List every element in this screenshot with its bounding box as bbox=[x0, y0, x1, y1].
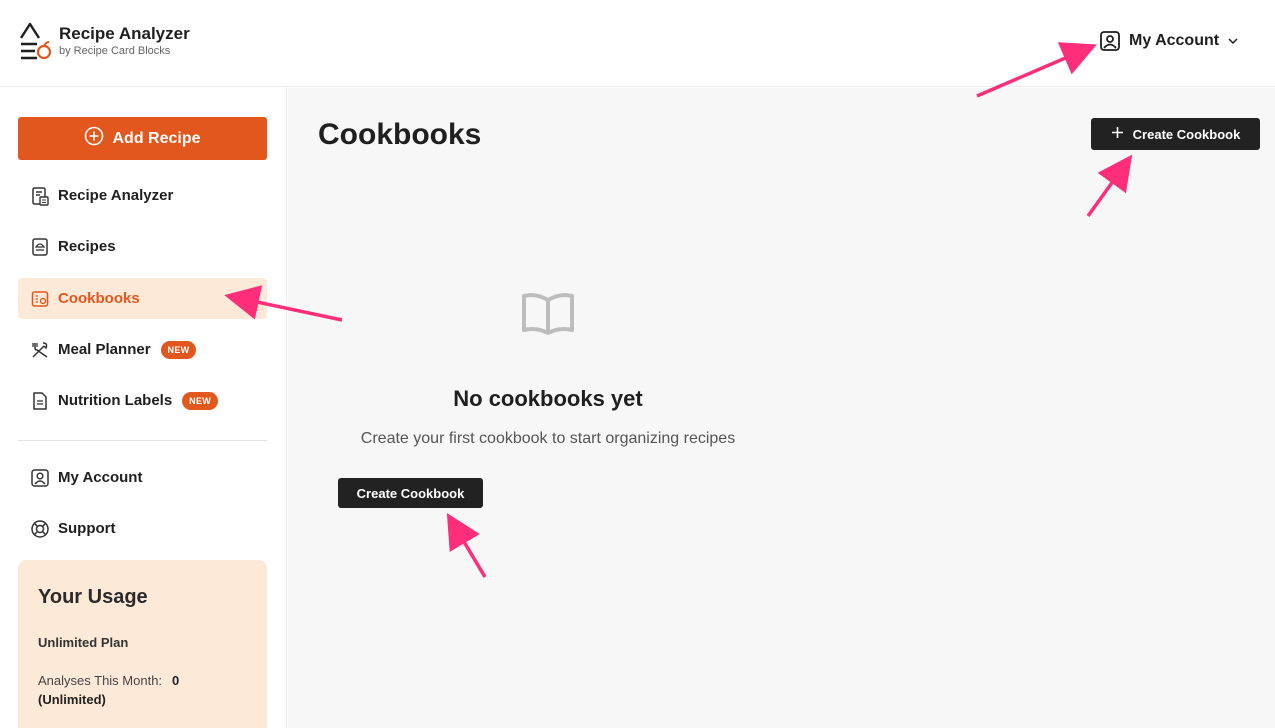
sidebar-item-label: Recipes bbox=[58, 238, 116, 255]
sidebar-item-recipes[interactable]: Recipes bbox=[18, 226, 267, 267]
utensils-icon bbox=[30, 340, 50, 360]
open-book-icon bbox=[520, 291, 576, 337]
sidebar-item-support[interactable]: Support bbox=[18, 508, 267, 549]
sidebar-item-label: My Account bbox=[58, 469, 143, 486]
sidebar: Add Recipe Recipe Analyzer Recipes Cookb… bbox=[0, 87, 287, 728]
usage-title: Your Usage bbox=[38, 586, 148, 608]
top-bar: Recipe Analyzer by Recipe Card Blocks My… bbox=[0, 0, 1275, 87]
sidebar-item-label: Nutrition Labels bbox=[58, 392, 173, 409]
account-menu[interactable]: My Account bbox=[1099, 29, 1239, 53]
plus-icon bbox=[1111, 126, 1124, 142]
user-icon bbox=[30, 468, 50, 488]
usage-analyses-label: Analyses This Month: bbox=[38, 673, 163, 688]
page-title: Cookbooks bbox=[318, 118, 482, 151]
document-icon bbox=[30, 391, 50, 411]
usage-card: Your Usage Unlimited Plan Analyses This … bbox=[18, 560, 267, 728]
add-recipe-label: Add Recipe bbox=[112, 129, 201, 147]
usage-analyses-limit: (Unlimited) bbox=[38, 692, 106, 707]
recipe-analyzer-logo-icon bbox=[17, 22, 53, 60]
cookbooks-icon bbox=[30, 289, 50, 309]
plus-circle-icon bbox=[84, 126, 104, 151]
chevron-down-icon bbox=[1227, 35, 1239, 47]
add-recipe-button[interactable]: Add Recipe bbox=[18, 117, 267, 160]
user-icon bbox=[1099, 30, 1121, 52]
usage-analyses: Analyses This Month: 0 bbox=[38, 670, 247, 692]
account-menu-label: My Account bbox=[1129, 32, 1220, 49]
new-badge: NEW bbox=[182, 391, 219, 410]
sidebar-item-label: Support bbox=[58, 520, 116, 537]
create-cookbook-label: Create Cookbook bbox=[1132, 126, 1241, 142]
empty-state-title: No cookbooks yet bbox=[453, 386, 643, 411]
sidebar-item-nutrition-labels[interactable]: Nutrition Labels NEW bbox=[18, 380, 267, 421]
sidebar-item-label: Meal Planner bbox=[58, 341, 151, 358]
brand-title: Recipe Analyzer bbox=[59, 24, 190, 43]
empty-create-cookbook-button[interactable]: Create Cookbook bbox=[338, 478, 483, 508]
sidebar-item-meal-planner[interactable]: Meal Planner NEW bbox=[18, 329, 267, 370]
brand-subtitle: by Recipe Card Blocks bbox=[59, 45, 171, 57]
sidebar-item-recipe-analyzer[interactable]: Recipe Analyzer bbox=[18, 175, 267, 216]
usage-analyses-value: 0 bbox=[172, 673, 180, 688]
sidebar-divider bbox=[18, 440, 267, 441]
recipe-analyzer-icon bbox=[30, 186, 50, 206]
sidebar-item-my-account[interactable]: My Account bbox=[18, 457, 267, 498]
sidebar-item-label: Recipe Analyzer bbox=[58, 187, 174, 204]
sidebar-item-label: Cookbooks bbox=[58, 290, 140, 307]
main-content: Cookbooks Create Cookbook No cookbooks y… bbox=[288, 88, 1275, 728]
recipes-book-icon bbox=[30, 237, 50, 257]
create-cookbook-button[interactable]: Create Cookbook bbox=[1091, 118, 1260, 150]
empty-state-subtitle: Create your first cookbook to start orga… bbox=[360, 430, 736, 447]
sidebar-item-cookbooks[interactable]: Cookbooks bbox=[18, 278, 267, 319]
new-badge: NEW bbox=[160, 340, 197, 359]
usage-plan: Unlimited Plan bbox=[38, 635, 129, 650]
lifebuoy-icon bbox=[30, 519, 50, 539]
